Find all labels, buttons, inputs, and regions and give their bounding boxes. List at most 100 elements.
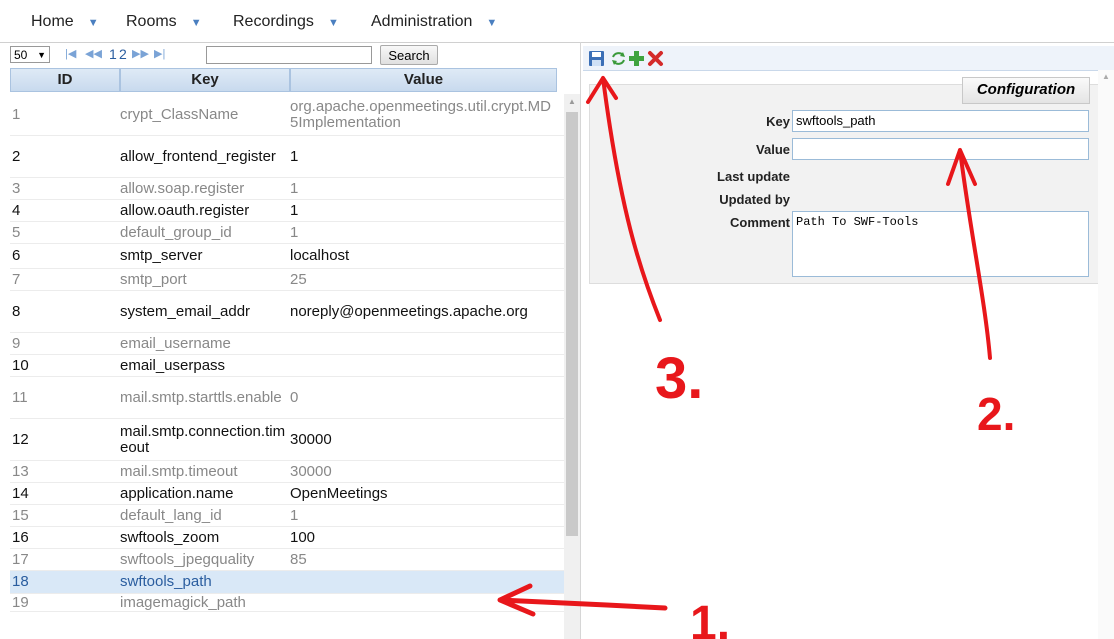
- configuration-form: Configuration Key swftools_path Value La…: [589, 77, 1099, 284]
- next-page-icon[interactable]: ▶▶: [132, 47, 149, 60]
- scroll-up-icon[interactable]: ▲: [568, 97, 576, 106]
- column-header-key[interactable]: Key: [120, 68, 290, 92]
- table-row[interactable]: 3 allow.soap.register 1: [10, 178, 566, 200]
- column-header-value[interactable]: Value: [290, 68, 557, 92]
- key-label: Key: [766, 114, 790, 129]
- cell-value: [290, 594, 552, 611]
- table-row[interactable]: 13 mail.smtp.timeout 30000: [10, 461, 566, 483]
- cell-key: smtp_server: [120, 247, 203, 264]
- page-link-1[interactable]: 1: [109, 46, 117, 62]
- key-field[interactable]: swftools_path: [792, 110, 1089, 132]
- table-row[interactable]: 2 allow_frontend_register 1: [10, 136, 566, 178]
- cell-key: mail.smtp.connection.timeout: [120, 422, 286, 456]
- value-field[interactable]: [792, 138, 1089, 160]
- cell-id: 16: [12, 528, 29, 546]
- cell-id: 10: [12, 356, 29, 374]
- table-row[interactable]: 6 smtp_server localhost: [10, 244, 566, 269]
- comment-textarea[interactable]: Path To SWF-Tools: [792, 211, 1089, 277]
- prev-page-icon[interactable]: ◀◀: [85, 47, 102, 60]
- cell-value: 0: [290, 388, 299, 406]
- table-row[interactable]: 12 mail.smtp.connection.timeout 30000: [10, 419, 566, 461]
- table-row[interactable]: 8 system_email_addr noreply@openmeetings.a…: [10, 291, 566, 333]
- chevron-down-icon: ▼: [190, 17, 202, 29]
- delete-icon[interactable]: [647, 50, 664, 67]
- search-input[interactable]: [206, 46, 372, 64]
- cell-key: crypt_ClassName: [120, 105, 239, 123]
- table-row[interactable]: 9 email_username: [10, 333, 566, 355]
- table-row[interactable]: 15 default_lang_id 1: [10, 505, 566, 527]
- cell-value: 1: [290, 506, 299, 524]
- cell-id: 4: [12, 201, 21, 219]
- table-row[interactable]: 18 swftools_path: [10, 571, 566, 594]
- table-header: ID Key Value: [10, 68, 557, 92]
- cell-value: 85: [290, 550, 307, 568]
- cell-id: 9: [12, 334, 21, 352]
- page-size-select[interactable]: 50 ▼: [10, 46, 50, 63]
- last-update-label: Last update: [717, 169, 790, 184]
- cell-key: allow.oauth.register: [120, 201, 250, 219]
- add-icon[interactable]: [628, 50, 645, 67]
- column-header-id[interactable]: ID: [10, 68, 120, 92]
- form-title: Configuration: [962, 77, 1090, 104]
- table-row[interactable]: 5 default_group_id 1: [10, 222, 566, 244]
- cell-id: 11: [12, 388, 28, 406]
- cell-id: 15: [12, 506, 29, 524]
- grid-scrollbar[interactable]: ▲: [564, 94, 580, 639]
- cell-value: OpenMeetings: [290, 484, 388, 502]
- cell-key: smtp_port: [120, 270, 187, 288]
- table-row[interactable]: 10 email_userpass: [10, 355, 566, 377]
- value-label: Value: [756, 142, 790, 157]
- cell-value: 100: [290, 528, 316, 546]
- cell-key: imagemagick_path: [120, 593, 246, 611]
- cell-value: 30000: [290, 430, 332, 448]
- cell-value: localhost: [290, 247, 350, 264]
- cell-key: mail.smtp.timeout: [120, 462, 238, 480]
- menu-administration[interactable]: Administration ▼: [371, 13, 497, 31]
- table-row[interactable]: 14 application.name OpenMeetings: [10, 483, 566, 505]
- first-page-icon[interactable]: |◀: [65, 47, 76, 60]
- save-icon[interactable]: [588, 50, 605, 67]
- cell-id: 1: [12, 105, 21, 123]
- page-link-2[interactable]: 2: [119, 46, 127, 62]
- table-row[interactable]: 4 allow.oauth.register 1: [10, 200, 566, 222]
- cell-key: email_username: [120, 334, 231, 352]
- comment-label: Comment: [730, 215, 790, 230]
- cell-id: 17: [12, 550, 29, 568]
- cell-id: 8: [12, 302, 21, 320]
- scroll-up-icon[interactable]: ▲: [1102, 72, 1110, 81]
- menu-rooms[interactable]: Rooms ▼: [126, 13, 202, 31]
- chevron-down-icon: ▼: [87, 17, 99, 29]
- cell-key: email_userpass: [120, 356, 226, 374]
- menu-recordings[interactable]: Recordings ▼: [233, 13, 339, 31]
- scrollbar-thumb[interactable]: [566, 112, 578, 536]
- cell-key: allow_frontend_register: [120, 147, 276, 165]
- cell-key: application.name: [120, 484, 234, 502]
- menu-home[interactable]: Home ▼: [31, 13, 99, 31]
- cell-id: 2: [12, 147, 21, 165]
- table-row[interactable]: 11 mail.smtp.starttls.enable 0: [10, 377, 566, 419]
- chevron-down-icon: ▼: [327, 17, 339, 29]
- form-scrollbar[interactable]: ▲: [1098, 70, 1114, 639]
- cell-id: 13: [12, 462, 29, 480]
- table-row[interactable]: 19 imagemagick_path: [10, 594, 566, 612]
- search-button[interactable]: Search: [380, 45, 438, 65]
- config-table: 1 crypt_ClassName org.apache.openmeetings.…: [10, 94, 580, 639]
- chevron-down-icon: ▼: [37, 50, 46, 60]
- cell-id: 7: [12, 270, 21, 288]
- last-page-icon[interactable]: ▶|: [154, 47, 165, 60]
- cell-value: 30000: [290, 462, 332, 480]
- form-toolbar: [583, 46, 1114, 71]
- cell-key: system_email_addr: [120, 302, 251, 320]
- table-row[interactable]: 16 swftools_zoom 100: [10, 527, 566, 549]
- annotation-label-3: 3.: [655, 346, 703, 411]
- cell-id: 19: [12, 593, 29, 611]
- table-row[interactable]: 1 crypt_ClassName org.apache.openmeetings.…: [10, 94, 566, 136]
- cell-key: default_lang_id: [120, 506, 222, 524]
- updated-by-label: Updated by: [719, 192, 790, 207]
- pane-divider[interactable]: [580, 42, 581, 639]
- cell-id: 18: [12, 573, 29, 590]
- table-row[interactable]: 17 swftools_jpegquality 85: [10, 549, 566, 571]
- cell-value: 1: [290, 223, 299, 241]
- refresh-icon[interactable]: [610, 50, 627, 67]
- table-row[interactable]: 7 smtp_port 25: [10, 269, 566, 291]
